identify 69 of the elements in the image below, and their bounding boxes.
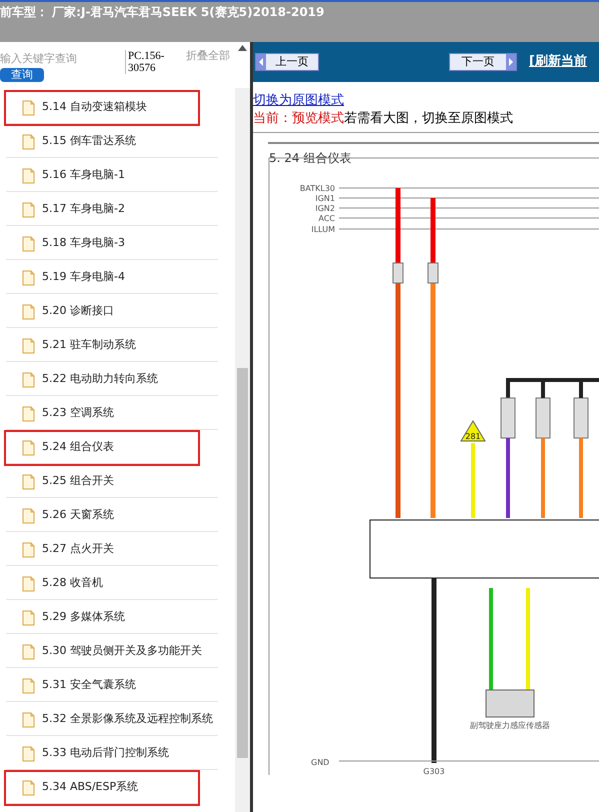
original-mode-link[interactable]: 切换为原图模式: [253, 92, 599, 110]
prev-page-button[interactable]: 上一页: [255, 53, 319, 71]
document-icon: [22, 134, 35, 150]
search-field[interactable]: 输入关键字查询: [0, 50, 118, 67]
document-icon: [22, 474, 35, 490]
component-symbol: [536, 398, 550, 438]
sidebar-item[interactable]: 5.34 ABS/ESP系统: [6, 772, 198, 804]
sidebar-item[interactable]: 5.30 驾驶员侧开关及多功能开关: [6, 636, 218, 668]
sidebar-item[interactable]: 5.19 车身电脑-4: [6, 262, 218, 294]
document-icon: [22, 406, 35, 422]
document-icon: [22, 270, 35, 286]
document-icon: [22, 610, 35, 626]
fuse: [428, 262, 438, 284]
sidebar-item[interactable]: 5.32 全景影像系统及远程控制系统: [6, 704, 218, 736]
document-icon: [22, 678, 35, 694]
bus-label: ACC: [318, 214, 335, 223]
bus-label: IGN2: [315, 204, 335, 213]
document-icon: [22, 168, 35, 184]
marker-triangle: 281: [460, 420, 486, 442]
sidebar-item[interactable]: 5.20 诊断接口: [6, 296, 218, 328]
bus-label: BATKL30: [300, 184, 335, 193]
sidebar-item[interactable]: 5.15 倒车雷达系统: [6, 126, 218, 158]
sidebar-item[interactable]: 5.17 车身电脑-2: [6, 194, 218, 226]
component-symbol: [500, 398, 516, 438]
sidebar-item[interactable]: 5.28 收音机: [6, 568, 218, 600]
sidebar-item[interactable]: 5.29 多媒体系统: [6, 602, 218, 634]
fuse: [392, 262, 404, 284]
component-symbol: [574, 398, 588, 438]
next-page-button[interactable]: 下一页: [449, 53, 517, 71]
document-icon: [22, 338, 35, 354]
document-icon: [22, 746, 35, 762]
document-icon: [22, 542, 35, 558]
sensor-label: 副驾驶座力感应传感器: [470, 721, 550, 730]
current-mode-text: 当前：预览模式: [253, 110, 344, 128]
document-icon: [22, 304, 35, 320]
ground-label: G303: [423, 767, 445, 775]
sidebar-item[interactable]: 5.31 安全气囊系统: [6, 670, 218, 702]
header-title: 前车型： 厂家:J-君马汽车君马SEEK 5(赛克5)2018-2019: [0, 4, 326, 21]
sidebar-item[interactable]: 5.21 驻车制动系统: [6, 330, 218, 362]
document-icon: [22, 780, 35, 796]
sidebar-item[interactable]: 5.24 组合仪表: [6, 432, 198, 464]
document-icon: [22, 202, 35, 218]
document-icon: [22, 372, 35, 388]
document-icon: [22, 236, 35, 252]
sidebar-item[interactable]: 5.33 电动后背门控制系统: [6, 738, 218, 770]
scroll-up-icon[interactable]: [238, 45, 247, 51]
document-icon: [22, 576, 35, 592]
sidebar-item[interactable]: 5.23 空调系统: [6, 398, 218, 430]
sidebar-item[interactable]: 5.18 车身电脑-3: [6, 228, 218, 260]
document-icon: [22, 644, 35, 660]
scrollbar[interactable]: [235, 88, 250, 812]
mode-hint-text: 若需看大图，切换至原图模式: [344, 110, 513, 128]
document-icon: [22, 100, 35, 116]
document-icon: [22, 508, 35, 524]
document-icon: [22, 712, 35, 728]
sidebar-item[interactable]: 5.26 天窗系统: [6, 500, 218, 532]
sidebar-item[interactable]: 5.27 点火开关: [6, 534, 218, 566]
code-text: PC.156-30576: [125, 50, 183, 74]
sidebar-item[interactable]: 5.25 组合开关: [6, 466, 218, 498]
sidebar-item[interactable]: 5.22 电动助力转向系统: [6, 364, 218, 396]
sidebar-item[interactable]: 5.16 车身电脑-1: [6, 160, 218, 192]
document-icon: [22, 440, 35, 456]
sensor-box: [486, 690, 534, 718]
bus-label: ILLUM: [311, 225, 335, 234]
bus-label: IGN1: [315, 194, 335, 203]
search-button[interactable]: 查询: [0, 68, 44, 82]
sidebar-item[interactable]: 5.14 自动变速箱模块: [6, 92, 198, 124]
refresh-link[interactable]: [刷新当前: [529, 52, 587, 72]
gnd-label: GND: [311, 758, 330, 767]
